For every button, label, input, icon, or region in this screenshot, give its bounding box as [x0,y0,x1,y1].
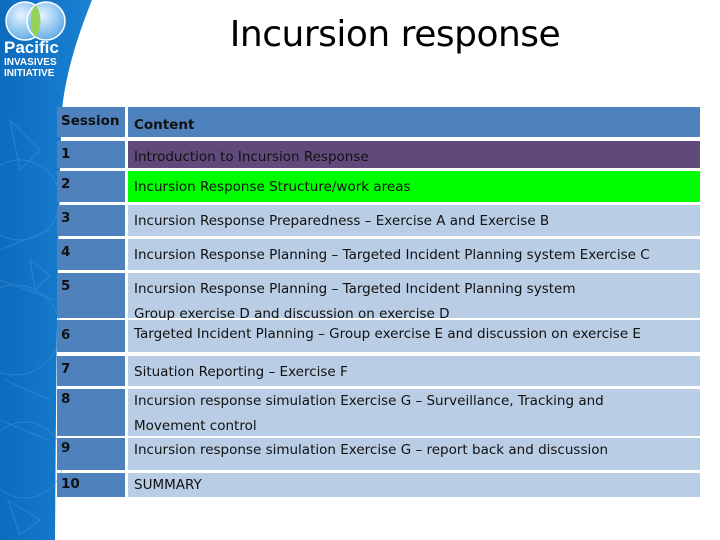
content-line: Incursion Response Preparedness – Exerci… [134,213,550,229]
session-number: 10 [57,473,125,497]
session-number: 5 [57,273,125,318]
session-content: Targeted Incident Planning – Group exerc… [128,320,700,352]
table-row: 10 SUMMARY [57,473,700,497]
table-header-row: Session Content [57,107,700,137]
session-number: 9 [57,438,125,470]
logo-text-invasives: INVASIVES [4,57,57,68]
content-line: Situation Reporting – Exercise F [134,364,348,380]
content-line: Incursion Response Planning – Targeted I… [134,247,650,263]
table-row: 7 Situation Reporting – Exercise F [57,356,700,386]
content-line: Targeted Incident Planning – Group exerc… [134,326,641,342]
session-content: Incursion response simulation Exercise G… [128,438,700,470]
content-line: Incursion Response Planning – Targeted I… [134,281,576,297]
session-number: 2 [57,171,125,202]
table-row: 1 Introduction to Incursion Response [57,141,700,168]
content-line: Movement control [134,418,257,434]
content-line: Incursion response simulation Exercise G… [134,442,609,458]
header-content: Content [128,107,700,137]
session-content: SUMMARY [128,473,700,497]
table-row: 2 Incursion Response Structure/work area… [57,171,700,202]
session-number: 8 [57,389,125,436]
table-row: 6 Targeted Incident Planning – Group exe… [57,320,700,352]
slide-title: Incursion response [229,14,561,55]
session-number: 1 [57,141,125,168]
session-content: Incursion Response Preparedness – Exerci… [128,205,700,236]
session-number: 7 [57,356,125,386]
session-number: 6 [57,320,125,352]
table-row: 9 Incursion response simulation Exercise… [57,438,700,470]
session-content: Introduction to Incursion Response [128,141,700,168]
content-line: Incursion response simulation Exercise G… [134,393,604,409]
logo-text-initiative: INITIATIVE [4,68,55,79]
session-content: Incursion Response Structure/work areas [128,171,700,202]
session-number: 3 [57,205,125,236]
table-row: 3 Incursion Response Preparedness – Exer… [57,205,700,236]
table-row: 8 Incursion response simulation Exercise… [57,389,700,436]
header-session: Session [57,107,125,137]
session-content: Incursion response simulation Exercise G… [128,389,700,436]
session-content: Incursion Response Planning – Targeted I… [128,239,700,270]
content-line: SUMMARY [134,477,202,493]
table-row: 5 Incursion Response Planning – Targeted… [57,273,700,322]
session-content: Situation Reporting – Exercise F [128,356,700,386]
content-line: Incursion Response Structure/work areas [134,179,411,195]
content-line: Introduction to Incursion Response [134,149,369,165]
session-content: Incursion Response Planning – Targeted I… [128,273,700,322]
session-number: 4 [57,239,125,270]
table-row: 4 Incursion Response Planning – Targeted… [57,239,700,270]
